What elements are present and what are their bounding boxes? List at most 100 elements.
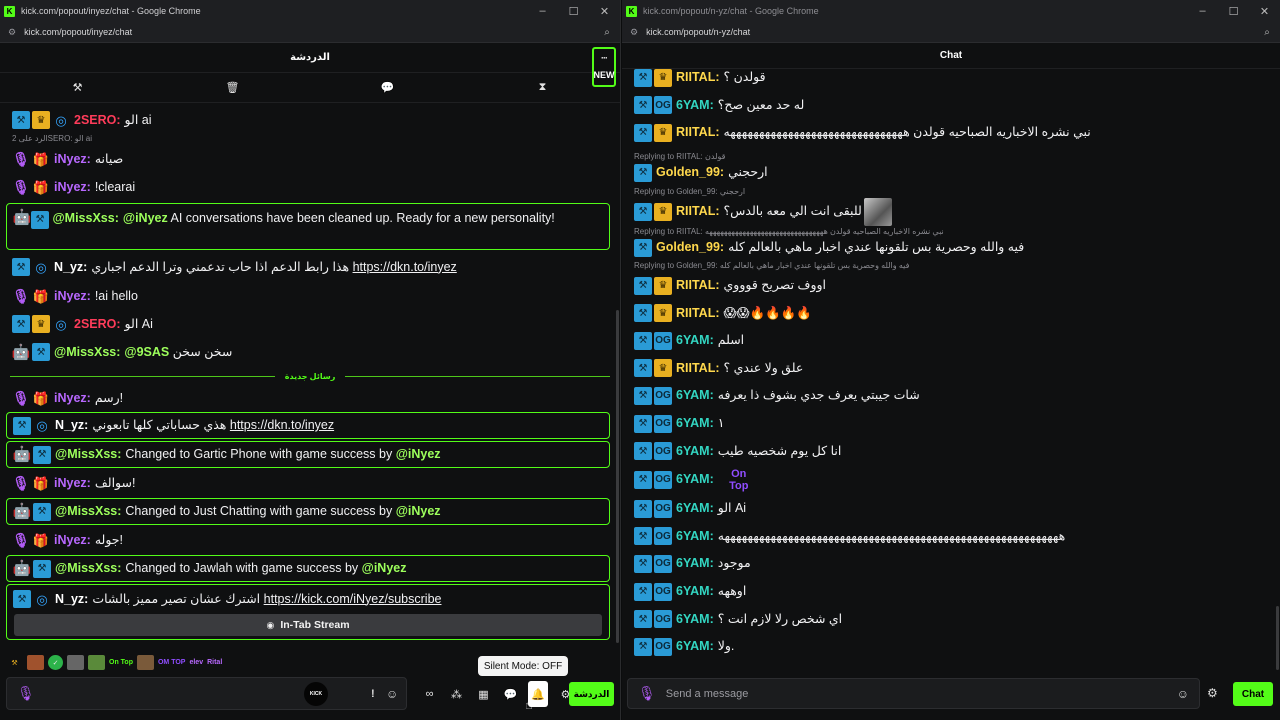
username[interactable]: RIITAL: [676,69,720,86]
send-button[interactable]: Chat [1233,682,1273,706]
infinity-icon[interactable]: ∞ [416,681,443,707]
username[interactable]: N_yz: [54,259,87,276]
username[interactable]: iNyez: [54,532,91,549]
username[interactable]: iNyez: [54,475,91,492]
username[interactable]: 6YAM: [676,443,714,460]
zoom-icon[interactable]: ⌕ [594,27,620,38]
username[interactable]: Golden_99: [656,164,724,181]
username[interactable]: N_yz: [55,417,88,434]
chat-input[interactable]: 🎙 Send a message ☺ [627,678,1200,709]
site-settings-icon[interactable]: ⚙ [8,27,16,38]
username[interactable]: 6YAM: [676,611,714,628]
username[interactable]: iNyez: [54,288,91,305]
username[interactable]: 6YAM: [676,500,714,517]
username[interactable]: @MissXss: [55,446,121,463]
kick-emote-button[interactable]: KICK [304,681,328,706]
username[interactable]: Golden_99: [656,239,724,256]
close-icon[interactable]: ✕ [1249,5,1280,18]
moderator-badge-icon: ⚒ [634,527,652,546]
username[interactable]: RIITAL: [676,360,720,377]
username[interactable]: RIITAL: [676,203,720,220]
mention[interactable]: @iNyez [396,503,441,520]
username[interactable]: iNyez: [54,179,91,196]
frog-emote-icon[interactable] [88,655,105,670]
send-button[interactable]: الدردشة [569,682,614,706]
elev-emote[interactable]: elev [189,655,203,670]
alert-icon[interactable]: ! [371,688,375,700]
username[interactable]: iNyez: [54,390,91,407]
rital-emote[interactable]: Rital [207,655,222,670]
emoji-icon[interactable]: ☺ [386,687,398,701]
mention[interactable]: @9SAS [124,344,169,361]
chat-header: Chat [622,43,1280,69]
support-link[interactable]: https://dkn.to/inyez [353,259,457,276]
username[interactable]: RIITAL: [676,305,720,322]
minimize-icon[interactable]: – [1187,5,1218,17]
username[interactable]: 6YAM: [676,528,714,545]
mention[interactable]: @iNyez [362,560,407,577]
face2-emote-icon[interactable] [136,655,154,670]
mic-icon[interactable]: 🎙 [17,685,35,702]
trash-icon[interactable]: 🗑 [155,81,310,94]
site-settings-icon[interactable]: ⚙ [630,27,638,38]
username[interactable]: 6YAM: [676,387,714,404]
gift-badge-icon: 🎁 [32,151,50,167]
right-scrollbar[interactable] [1276,606,1279,670]
subscribe-link[interactable]: https://kick.com/iNyez/subscribe [264,591,442,608]
emoji-icon[interactable]: ☺ [1177,687,1189,701]
username[interactable]: @MissXss: [52,211,118,225]
username[interactable]: @MissXss: [55,503,121,520]
username[interactable]: RIITAL: [676,124,720,141]
chat-message: ⚒ ♛ RIITAL: للبقى انت الي معه بالدس؟ [622,197,1280,226]
username[interactable]: iNyez: [54,151,91,168]
mic-icon[interactable]: 🎙 [638,685,656,702]
ban-hammer-icon[interactable]: ⚒ [0,81,155,94]
moderator-badge-icon: ⚒ [31,211,49,229]
cat-emote-icon[interactable] [67,655,84,670]
store-icon[interactable]: ▦ [470,681,497,707]
mention[interactable]: @iNyez [123,211,168,225]
settings-gear-icon[interactable]: ⚙ [1207,686,1218,700]
username[interactable]: @MissXss: [55,560,121,577]
right-url-bar[interactable]: ⚙ kick.com/popout/n-yz/chat ⌕ [622,22,1280,43]
check-emote-icon[interactable]: ✓ [48,655,63,670]
minimize-icon[interactable]: – [527,5,558,17]
chat-header-title: الدردشة [290,52,330,63]
username[interactable]: 2SERO: [74,112,121,129]
maximize-icon[interactable]: ☐ [1218,5,1249,18]
chat-bubble-icon[interactable]: 💬 [310,81,465,94]
more-options-button[interactable]: ··· NEW [592,47,616,87]
highlighted-message: ⚒ ◎ N_yz: اشترك عشان تصير مميز بالشات http… [6,584,610,640]
og-badge-icon: OG [654,554,672,573]
chat-input[interactable]: 🎙 KICK ! ☺ [6,677,407,710]
left-scrollbar[interactable] [616,310,619,643]
om-top-emote[interactable]: OM TOP [158,655,185,670]
chat-toolbar: ∞ ⁂ ▦ 💬 🔔 ⚙ [416,681,579,707]
username[interactable]: 6YAM: [676,471,714,488]
on-top-emote[interactable]: On Top [109,655,133,670]
maximize-icon[interactable]: ☐ [558,5,589,18]
share-icon[interactable]: ⁂ [443,681,470,707]
username[interactable]: 6YAM: [676,415,714,432]
username[interactable]: 6YAM: [676,638,714,655]
hammer-emote-icon[interactable]: ⚒ [6,655,23,670]
mod-toolbar: ⚒ 🗑 💬 ⧗ [0,73,620,103]
face-emote-icon[interactable] [27,655,44,670]
username[interactable]: @MissXss: [54,344,120,361]
username[interactable]: 6YAM: [676,583,714,600]
username[interactable]: N_yz: [55,591,88,608]
username[interactable]: 6YAM: [676,555,714,572]
accounts-link[interactable]: https://dkn.to/inyez [230,417,334,434]
in-tab-stream-button[interactable]: ◉ In-Tab Stream [14,614,602,636]
username[interactable]: 2SERO: [74,316,121,333]
moderator-badge-icon: ⚒ [634,68,652,87]
username[interactable]: RIITAL: [676,277,720,294]
left-url-bar[interactable]: ⚙ kick.com/popout/inyez/chat ⌕ [0,22,620,43]
chat-bubble-icon[interactable]: 💬 [497,681,524,707]
username[interactable]: 6YAM: [676,332,714,349]
message-text: اسلم [717,333,745,348]
mention[interactable]: @iNyez [396,446,441,463]
username[interactable]: 6YAM: [676,97,714,114]
zoom-icon[interactable]: ⌕ [1254,27,1280,38]
close-icon[interactable]: ✕ [589,5,620,18]
